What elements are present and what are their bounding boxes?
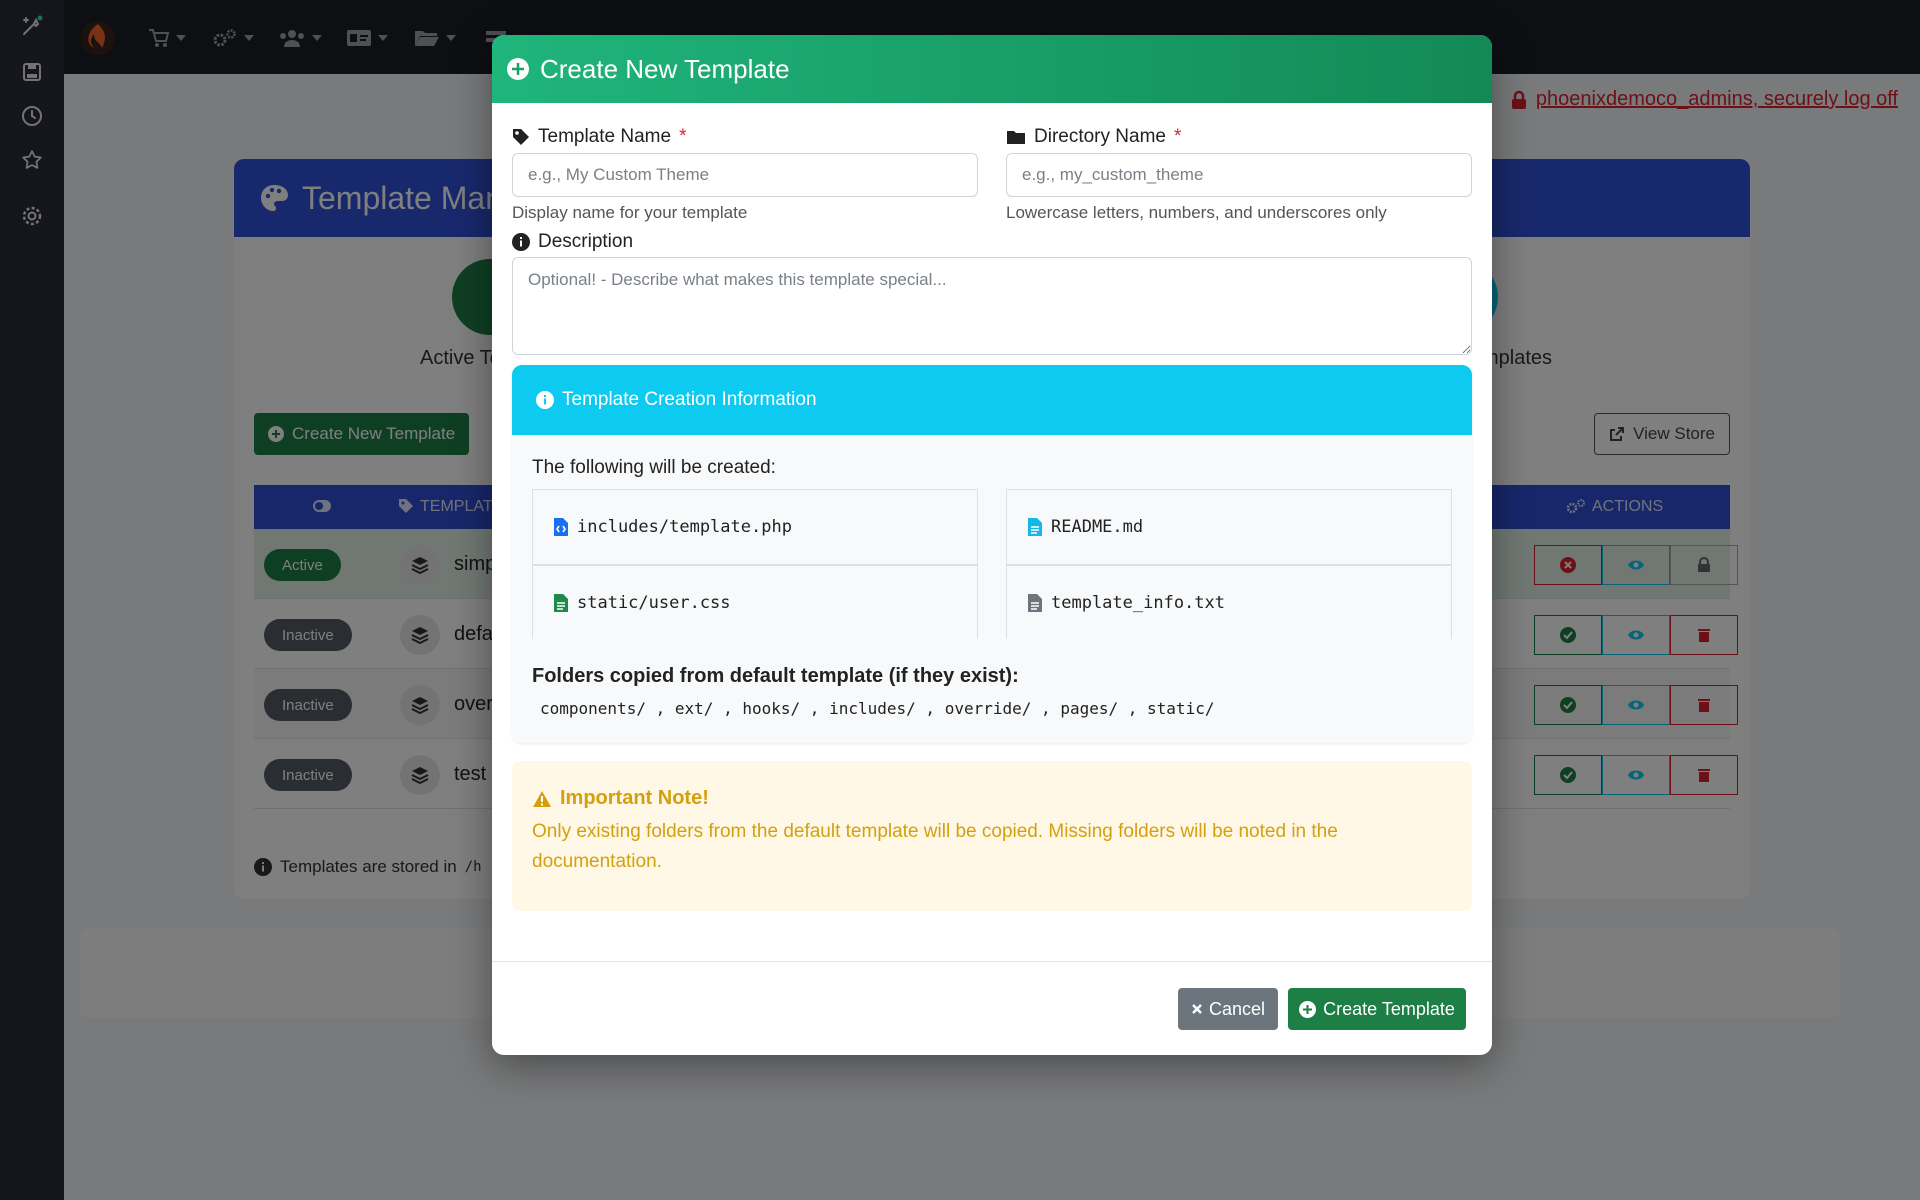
file-text-icon: [1028, 518, 1042, 536]
directory-name-label-text: Directory Name: [1034, 126, 1166, 147]
required-mark: *: [1173, 126, 1182, 147]
template-name-label: Template Name *: [512, 126, 686, 148]
directory-name-help: Lowercase letters, numbers, and undersco…: [1006, 203, 1387, 222]
template-name-help: Display name for your template: [512, 203, 748, 222]
creation-info-header: Template Creation Information: [512, 365, 1472, 435]
file-item: static/user.css: [532, 565, 978, 639]
folder-separator: ,: [1127, 699, 1138, 718]
file-name: template_info.txt: [1051, 592, 1225, 613]
folder-separator: ,: [809, 699, 820, 718]
template-name-input[interactable]: [512, 153, 978, 197]
folder-separator: ,: [1041, 699, 1051, 718]
info-icon: [512, 233, 530, 251]
creation-info-card: Template Creation Information The follow…: [512, 365, 1472, 743]
note-text: Only existing folders from the default t…: [532, 821, 1338, 872]
file-item: includes/template.php: [532, 489, 978, 565]
file-code-icon: [554, 518, 568, 536]
cancel-button[interactable]: Cancel: [1178, 988, 1278, 1030]
folder-item: override/: [944, 699, 1032, 718]
folder-separator: ,: [723, 699, 733, 718]
plus-circle-icon: [507, 58, 529, 80]
plus-circle-icon: [1299, 1000, 1317, 1018]
file-css-icon: [554, 593, 568, 612]
folders-list: components/ , ext/ , hooks/ , includes/ …: [540, 699, 1214, 718]
folder-separator: ,: [655, 699, 666, 718]
folder-item: static/: [1147, 699, 1215, 718]
following-text: The following will be created:: [532, 457, 776, 478]
folder-item: components/: [540, 699, 646, 718]
modal-title: Create New Template: [540, 53, 790, 84]
warning-icon: [533, 790, 551, 807]
create-template-button[interactable]: Create Template: [1288, 988, 1466, 1030]
note-title-text: Important Note!: [560, 787, 709, 809]
creation-info-title: Template Creation Information: [562, 389, 817, 410]
folders-title: Folders copied from default template (if…: [532, 665, 1019, 687]
create-template-modal: Create New Template Template Name * Disp…: [492, 35, 1492, 1055]
cancel-label: Cancel: [1208, 998, 1266, 1019]
tag-icon: [513, 129, 529, 145]
template-name-label-text: Template Name: [538, 126, 672, 147]
folder-item: pages/: [1060, 699, 1119, 718]
file-item: README.md: [1006, 489, 1452, 565]
file-item: template_info.txt: [1006, 565, 1452, 639]
file-name: README.md: [1051, 517, 1144, 537]
file-name: includes/template.php: [577, 517, 792, 537]
folder-item: hooks/: [742, 699, 801, 718]
file-name: static/user.css: [577, 592, 731, 613]
create-template-label: Create Template: [1323, 998, 1455, 1019]
description-label-text: Description: [538, 231, 634, 252]
folder-separator: ,: [925, 699, 936, 718]
directory-name-input[interactable]: [1006, 153, 1472, 197]
folder-icon: [1007, 131, 1025, 144]
description-textarea[interactable]: [512, 257, 1472, 355]
folder-item: includes/: [829, 699, 916, 718]
modal-header: Create New Template: [492, 35, 1492, 103]
important-note-alert: Important Note! Only existing folders fr…: [512, 761, 1472, 911]
file-text-icon: [1028, 593, 1042, 612]
folder-item: ext/: [674, 699, 714, 718]
description-label: Description: [512, 231, 633, 253]
required-mark: *: [679, 126, 687, 147]
note-title: Important Note!: [532, 787, 709, 810]
info-icon: [536, 391, 554, 409]
directory-name-label: Directory Name *: [1006, 126, 1181, 148]
close-icon: [1192, 1004, 1202, 1014]
modal-footer-divider: [492, 961, 1492, 962]
